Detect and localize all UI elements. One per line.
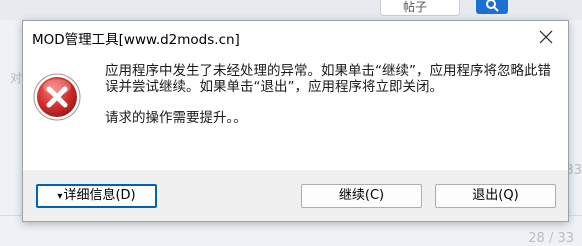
error-dialog: MOD管理工具[www.d2mods.cn] 应用程序中发生了未经处理的异常。如… bbox=[22, 20, 569, 222]
exit-button[interactable]: 退出(Q) bbox=[435, 184, 556, 208]
error-icon bbox=[33, 73, 81, 121]
background-search-text: 帖子 bbox=[403, 0, 428, 14]
message-paragraph-2: 请求的操作需要提升。。 bbox=[105, 110, 247, 126]
close-button[interactable] bbox=[526, 23, 566, 51]
details-button[interactable]: ▾详细信息(D) bbox=[36, 184, 157, 208]
dialog-titlebar[interactable]: MOD管理工具[www.d2mods.cn] bbox=[23, 21, 568, 53]
error-message: 应用程序中发生了未经处理的异常。如果单击“继续”，应用程序将忽略此错误并尝试继续… bbox=[105, 63, 555, 126]
dialog-content: 应用程序中发生了未经处理的异常。如果单击“继续”，应用程序将忽略此错误并尝试继续… bbox=[23, 53, 568, 170]
background-search-button[interactable] bbox=[476, 0, 508, 14]
details-label: 详细信息(D) bbox=[63, 188, 136, 203]
message-paragraph-1: 应用程序中发生了未经处理的异常。如果单击“继续”，应用程序将忽略此错误并尝试继续… bbox=[105, 63, 551, 95]
close-icon bbox=[539, 30, 553, 44]
dialog-title: MOD管理工具[www.d2mods.cn] bbox=[32, 32, 240, 48]
search-icon bbox=[486, 0, 499, 12]
continue-button[interactable]: 继续(C) bbox=[301, 184, 422, 208]
background-left-text: 对 bbox=[10, 71, 23, 85]
chevron-down-icon: ▾ bbox=[57, 191, 63, 202]
background-search-field[interactable]: 帖子 bbox=[380, 0, 460, 16]
